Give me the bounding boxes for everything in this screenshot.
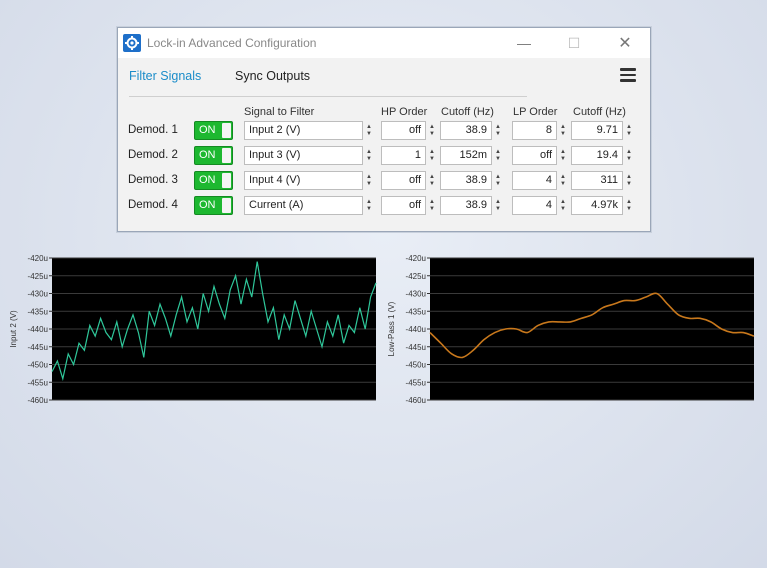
enable-toggle[interactable]: ON (194, 171, 233, 190)
hp-cutoff-field[interactable]: 152m (440, 146, 492, 165)
lp-cutoff-field[interactable]: 9.71 (571, 121, 623, 140)
lp-cutoff-field[interactable]: 19.4 (571, 146, 623, 165)
signal-spin-icon[interactable]: ▲ ▼ (365, 121, 373, 140)
y-tick-label: -420u (406, 254, 426, 263)
plot-lowpass: -420u -425u -430u -435u -440u -445u -450u -455u… (378, 250, 760, 408)
hp-cutoff-spin-icon[interactable]: ▲ ▼ (494, 146, 502, 165)
lp-order-spin-icon[interactable]: ▲ ▼ (559, 196, 567, 215)
lp-order-spin-icon[interactable]: ▲ ▼ (559, 146, 567, 165)
minimize-button[interactable]: — (513, 32, 535, 54)
signal-spin-icon[interactable]: ▲ ▼ (365, 171, 373, 190)
header-lp-cutoff: Cutoff (Hz) (573, 106, 626, 118)
lp-cutoff-spin-icon[interactable]: ▲ ▼ (625, 121, 633, 140)
hp-order-spin-icon[interactable]: ▲ ▼ (428, 121, 436, 140)
y-tick-label: -435u (28, 307, 48, 316)
hp-order-field[interactable]: off (381, 171, 426, 190)
hp-cutoff-field[interactable]: 38.9 (440, 196, 492, 215)
hp-order-field[interactable]: off (381, 121, 426, 140)
hp-order-spin-icon[interactable]: ▲ ▼ (428, 196, 436, 215)
y-tick-label: -450u (28, 361, 48, 370)
close-button[interactable]: ✕ (614, 32, 636, 54)
y-tick-label: -455u (406, 378, 426, 387)
y-tick-label: -430u (406, 290, 426, 299)
enable-toggle[interactable]: ON (194, 196, 233, 215)
y-tick-label: -420u (28, 254, 48, 263)
config-window: Lock-in Advanced Configuration — ☐ ✕ Fil… (117, 27, 651, 232)
header-signal: Signal to Filter (244, 106, 315, 118)
y-tick-label: -425u (406, 272, 426, 281)
hp-cutoff-spin-icon[interactable]: ▲ ▼ (494, 196, 502, 215)
y-tick-label: -460u (406, 396, 426, 405)
lp-cutoff-field[interactable]: 311 (571, 171, 623, 190)
window-title: Lock-in Advanced Configuration (147, 36, 317, 50)
lp-cutoff-field[interactable]: 4.97k (571, 196, 623, 215)
enable-toggle[interactable]: ON (194, 121, 233, 140)
signal-select[interactable]: Input 2 (V) (244, 121, 363, 140)
signal-spin-icon[interactable]: ▲ ▼ (365, 146, 373, 165)
header-hp-cutoff: Cutoff (Hz) (441, 106, 494, 118)
lp-order-spin-icon[interactable]: ▲ ▼ (559, 121, 567, 140)
hp-cutoff-field[interactable]: 38.9 (440, 121, 492, 140)
lp-order-spin-icon[interactable]: ▲ ▼ (559, 171, 567, 190)
y-tick-label: -430u (28, 290, 48, 299)
lp-cutoff-spin-icon[interactable]: ▲ ▼ (625, 171, 633, 190)
lp-order-field[interactable]: 8 (512, 121, 557, 140)
chart-input2: -420u -425u -430u -435u -440u -445u -450u -455u… (9, 254, 377, 405)
y-tick-label: -450u (406, 361, 426, 370)
y-tick-label: -445u (28, 343, 48, 352)
header-lp-order: LP Order (513, 106, 558, 118)
lp-order-field[interactable]: 4 (512, 196, 557, 215)
signal-spin-icon[interactable]: ▲ ▼ (365, 196, 373, 215)
lp-cutoff-spin-icon[interactable]: ▲ ▼ (625, 146, 633, 165)
header-hp-order: HP Order (381, 106, 428, 118)
row-label: Demod. 2 (128, 149, 178, 161)
y-tick-label: -455u (28, 378, 48, 387)
y-axis-label: Input 2 (V) (9, 310, 18, 348)
lp-order-field[interactable]: off (512, 146, 557, 165)
tab-sync-outputs[interactable]: Sync Outputs (235, 69, 310, 83)
signal-select[interactable]: Input 4 (V) (244, 171, 363, 190)
lp-cutoff-spin-icon[interactable]: ▲ ▼ (625, 196, 633, 215)
hp-cutoff-field[interactable]: 38.9 (440, 171, 492, 190)
hp-order-spin-icon[interactable]: ▲ ▼ (428, 146, 436, 165)
row-label: Demod. 1 (128, 124, 178, 136)
row-label: Demod. 4 (128, 199, 178, 211)
hp-cutoff-spin-icon[interactable]: ▲ ▼ (494, 171, 502, 190)
lp-order-field[interactable]: 4 (512, 171, 557, 190)
tab-divider (129, 96, 527, 97)
y-tick-label: -425u (28, 272, 48, 281)
chart-lowpass1: -420u -425u -430u -435u -440u -445u -450u -455u… (387, 254, 755, 405)
hp-cutoff-spin-icon[interactable]: ▲ ▼ (494, 121, 502, 140)
row-label: Demod. 3 (128, 174, 178, 186)
signal-select[interactable]: Current (A) (244, 196, 363, 215)
plot-input: -420u -425u -430u -435u -440u -445u -450u -455u… (0, 250, 382, 408)
hp-order-spin-icon[interactable]: ▲ ▼ (428, 171, 436, 190)
tab-bar: Filter Signals Sync Outputs (118, 58, 650, 92)
signal-select[interactable]: Input 3 (V) (244, 146, 363, 165)
hp-order-field[interactable]: 1 (381, 146, 426, 165)
maximize-button[interactable]: ☐ (563, 32, 585, 54)
title-bar[interactable]: Lock-in Advanced Configuration — ☐ ✕ (118, 28, 650, 58)
y-tick-label: -440u (406, 325, 426, 334)
y-tick-label: -440u (28, 325, 48, 334)
enable-toggle[interactable]: ON (194, 146, 233, 165)
menu-icon[interactable] (620, 68, 636, 82)
y-tick-label: -445u (406, 343, 426, 352)
hp-order-field[interactable]: off (381, 196, 426, 215)
tab-filter-signals[interactable]: Filter Signals (129, 69, 201, 83)
y-axis-label: Low-Pass 1 (V) (387, 301, 396, 356)
gear-icon (123, 34, 141, 52)
y-tick-label: -460u (28, 396, 48, 405)
y-tick-label: -435u (406, 307, 426, 316)
